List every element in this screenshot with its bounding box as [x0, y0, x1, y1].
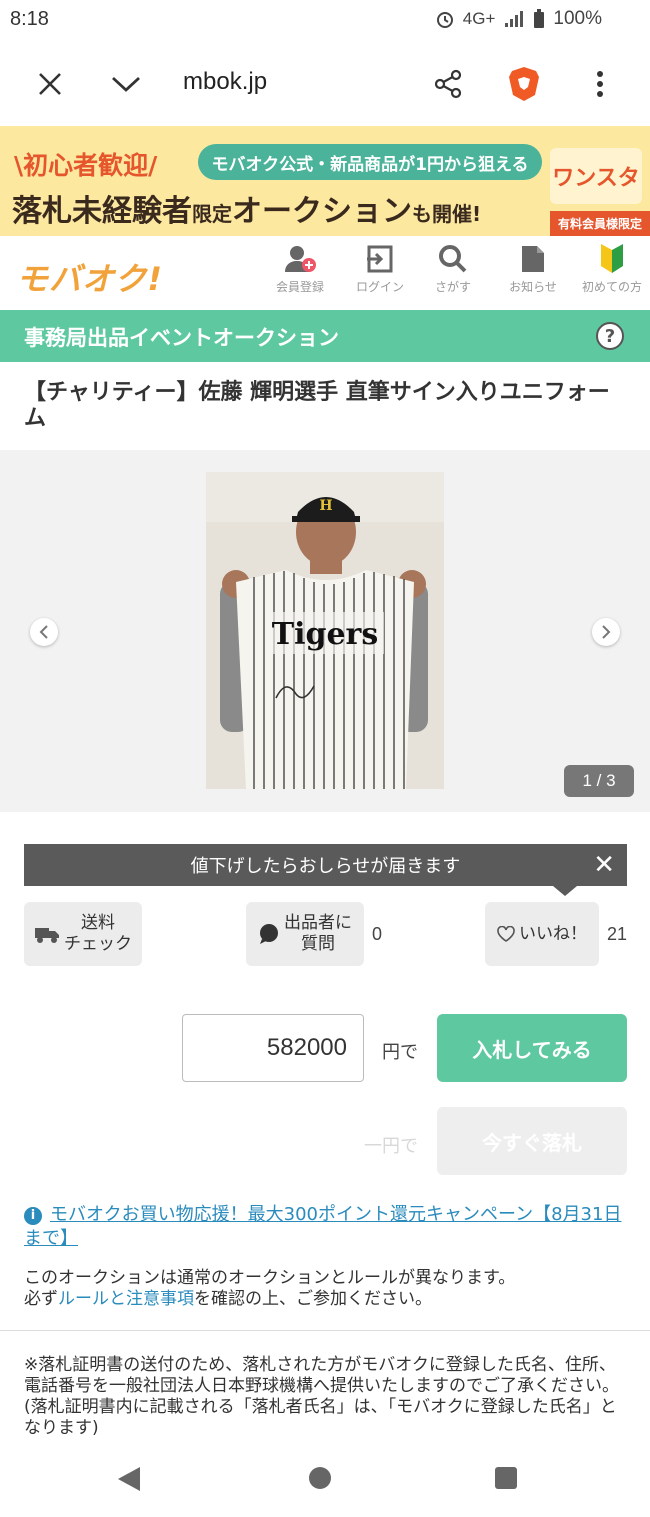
like-button[interactable]: いいね！	[485, 902, 599, 966]
browser-toolbar: mbok.jp	[0, 40, 650, 126]
campaign-link-text[interactable]: モバオクお買い物応援！最大300ポイント還元キャンペーン【8月31日まで】	[24, 1204, 621, 1249]
rules-line2: 必ずルールと注意事項を確認の上、ご参加ください。	[24, 1289, 628, 1310]
recent-apps-icon[interactable]	[495, 1467, 517, 1489]
back-icon[interactable]	[118, 1467, 140, 1491]
nav-label-news: お知らせ	[509, 280, 557, 294]
gallery-prev-button[interactable]	[30, 618, 58, 646]
bid-amount-input[interactable]	[182, 1014, 364, 1082]
brave-lion-icon[interactable]	[504, 64, 544, 104]
item-title: 【チャリティー】佐藤 輝明選手 直筆サイン入りユニフォーム	[24, 380, 610, 431]
truck-icon	[35, 928, 59, 943]
certificate-notice: ※落札証明書の送付のため、落札された方がモバオクに登録した氏名、住所、電話番号を…	[24, 1355, 619, 1438]
nav-label-search: さがす	[434, 280, 471, 294]
signal-icon	[505, 11, 524, 27]
section-bar: 事務局出品イベントオークション ?	[0, 310, 650, 362]
shipping-check-button[interactable]: 送料 チェック	[24, 902, 142, 966]
login-icon	[367, 245, 393, 273]
rules-prefix: 必ず	[24, 1289, 58, 1309]
site-header: モバオク! 会員登録 ログイン さがす お知らせ 初めての方	[0, 236, 650, 310]
ask-seller-label: 出品者に 質問	[284, 913, 352, 954]
banner-pill: モバオク公式・新品商品が1円から狙える	[198, 144, 542, 180]
battery-level: 100%	[553, 8, 602, 29]
more-vert-icon[interactable]	[580, 64, 620, 104]
like-label: いいね！	[519, 923, 587, 944]
nav-news[interactable]: お知らせ	[498, 244, 568, 295]
nav-register[interactable]: 会員登録	[265, 244, 335, 295]
nav-login[interactable]: ログイン	[345, 244, 415, 295]
like-count: 21	[607, 924, 628, 944]
price-drop-text: 値下げしたらおしらせが届きます	[190, 856, 461, 877]
chevron-left-icon	[39, 625, 48, 639]
beginner-mark-icon	[601, 244, 623, 273]
promo-banner[interactable]: \初心者歓迎/ モバオク公式・新品商品が1円から狙える 落札未経験者限定オークシ…	[0, 126, 650, 236]
divider	[0, 1330, 650, 1331]
buynow-yen-label: 一円で	[364, 1136, 418, 1157]
close-icon[interactable]	[30, 64, 70, 104]
ask-seller-button[interactable]: 出品者に 質問	[246, 902, 364, 966]
bid-yen-label: 円で	[382, 1042, 418, 1063]
banner-logo: ワンスタ	[550, 148, 642, 204]
question-count: 0	[372, 924, 383, 944]
banner-tag: 有料会員様限定	[549, 211, 650, 236]
alarm-icon	[436, 12, 453, 28]
info-icon: i	[24, 1207, 42, 1225]
banner-main-a: 落札未経験者	[12, 194, 192, 229]
bid-button[interactable]: 入札してみる	[437, 1014, 627, 1082]
close-icon[interactable]: ✕	[593, 850, 615, 880]
item-photo[interactable]: H Tigers	[206, 472, 444, 789]
home-icon[interactable]	[309, 1467, 331, 1489]
status-bar: 8:18 4G+ 100%	[0, 0, 650, 40]
network-type: 4G+	[462, 9, 496, 28]
share-icon[interactable]	[428, 64, 468, 104]
gallery-next-button[interactable]	[592, 618, 620, 646]
banner-main-text: 落札未経験者限定オークションも開催!	[12, 186, 481, 230]
nav-search[interactable]: さがす	[418, 244, 488, 295]
section-title: 事務局出品イベントオークション	[24, 326, 339, 350]
site-logo[interactable]: モバオク!	[16, 254, 163, 300]
banner-main-c: オークション	[232, 194, 412, 229]
search-icon	[439, 245, 467, 273]
nav-label-login: ログイン	[355, 280, 404, 294]
nav-label-beginner: 初めての方	[581, 280, 642, 294]
buy-now-button[interactable]: 今すぐ落札	[437, 1107, 627, 1175]
campaign-link[interactable]: i モバオクお買い物応援！最大300ポイント還元キャンペーン【8月31日まで】	[24, 1203, 628, 1251]
nav-label-register: 会員登録	[275, 280, 324, 294]
svg-text:H: H	[319, 498, 332, 514]
jersey-text: Tigers	[272, 617, 378, 652]
status-icons: 4G+ 100%	[435, 8, 602, 30]
rules-line1: このオークションは通常のオークションとルールが異なります。	[24, 1268, 516, 1288]
heart-icon	[497, 926, 515, 942]
status-time: 8:18	[10, 8, 49, 30]
rules-notice: このオークションは通常のオークションとルールが異なります。 必ずルールと注意事項…	[24, 1268, 628, 1310]
speech-bubble-icon	[260, 924, 278, 944]
url-bar[interactable]: mbok.jp	[183, 68, 267, 96]
rules-suffix: を確認の上、ご参加ください。	[194, 1289, 432, 1309]
user-add-icon	[285, 246, 316, 272]
rules-link[interactable]: ルールと注意事項	[58, 1289, 194, 1309]
notice-pointer	[553, 886, 577, 896]
battery-icon	[534, 9, 545, 28]
image-gallery[interactable]: H Tigers 1 / 3	[0, 450, 650, 812]
shipping-check-label: 送料 チェック	[64, 913, 132, 954]
android-nav-bar	[0, 1441, 650, 1517]
chevron-down-icon[interactable]	[106, 64, 146, 104]
banner-main-b: 限定	[192, 202, 232, 226]
banner-welcome-text: \初心者歓迎/	[14, 151, 158, 180]
nav-beginner[interactable]: 初めての方	[577, 244, 647, 295]
chevron-right-icon	[602, 625, 611, 639]
price-drop-notice: 値下げしたらおしらせが届きます ✕	[24, 844, 627, 896]
gallery-counter: 1 / 3	[564, 765, 634, 797]
document-icon	[522, 246, 544, 272]
help-icon[interactable]: ?	[596, 322, 624, 350]
banner-main-d: も開催!	[412, 202, 482, 226]
